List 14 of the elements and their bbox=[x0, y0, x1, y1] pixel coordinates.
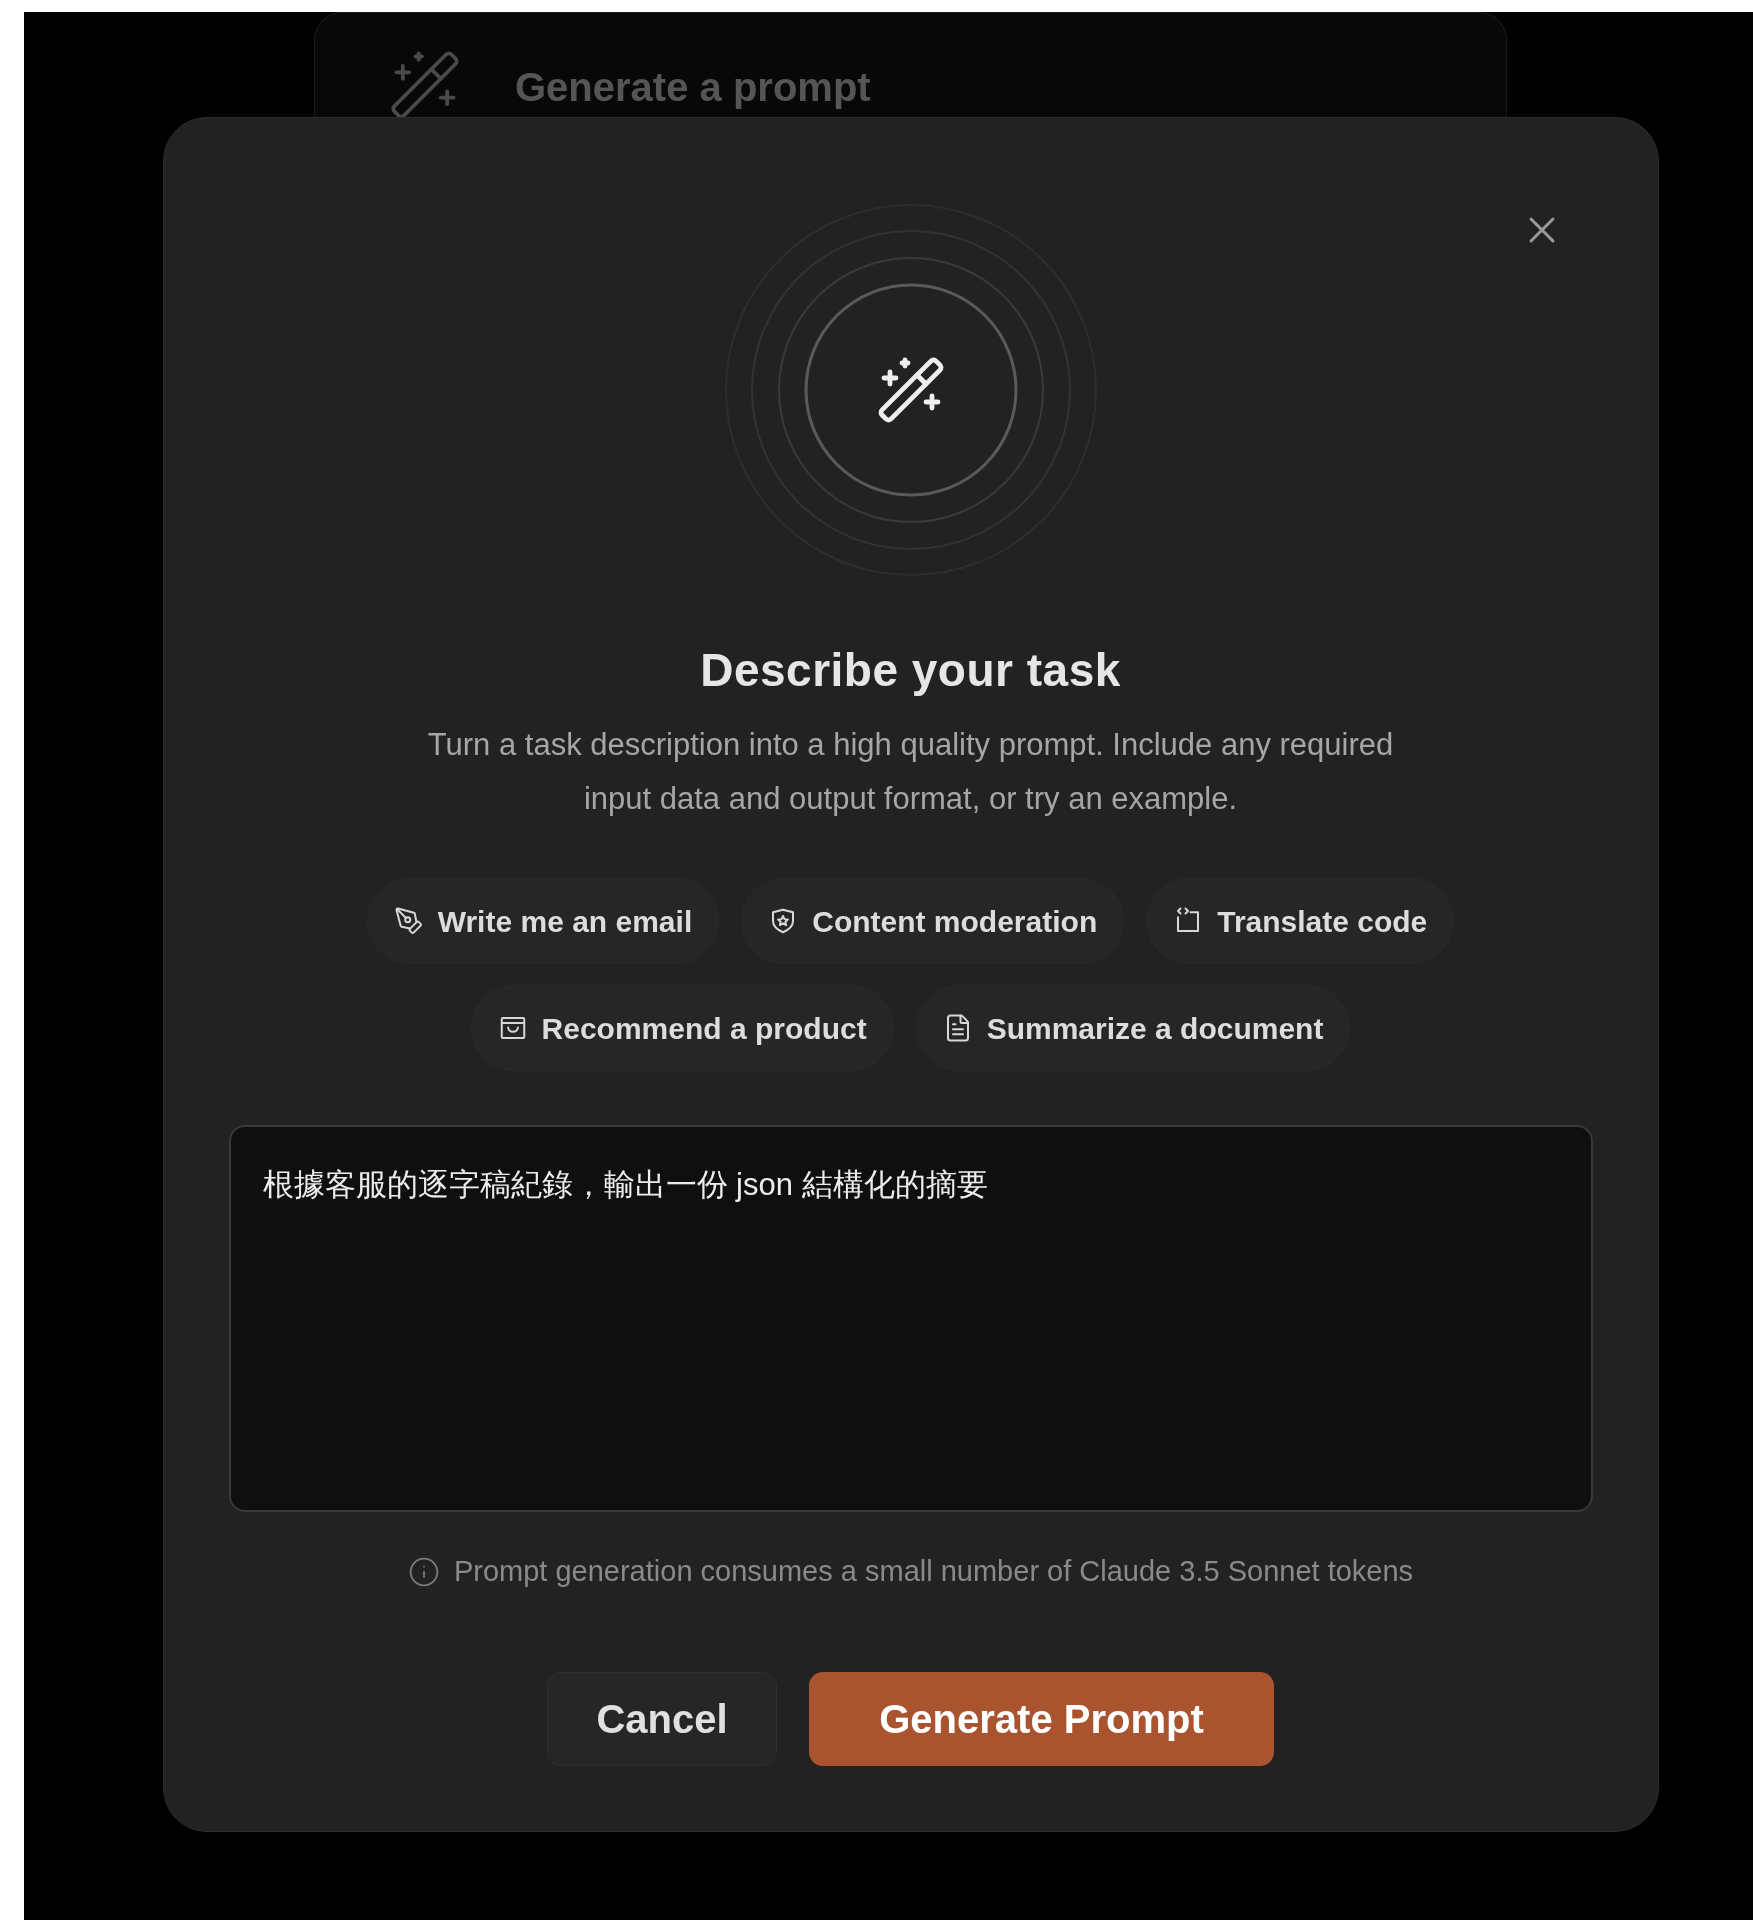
pen-icon bbox=[393, 906, 424, 936]
example-chip[interactable]: Content moderation bbox=[741, 878, 1125, 964]
example-chip[interactable]: Translate code bbox=[1146, 878, 1455, 964]
example-chip[interactable]: Summarize a document bbox=[915, 985, 1351, 1071]
task-field[interactable]: 根據客服的逐字稿紀錄，輸出一份 json 結構化的摘要 bbox=[228, 1125, 1593, 1512]
token-note: Prompt generation consumes a small number of Claude 3.5 Sonnet tokens bbox=[453, 1554, 1414, 1589]
cancel-button[interactable]: Cancel bbox=[547, 1671, 777, 1766]
info-icon bbox=[407, 1555, 440, 1588]
dialog-heading: Describe your task bbox=[700, 643, 1121, 698]
card-title: Generate a prompt bbox=[515, 64, 871, 111]
generate-button[interactable]: Generate Prompt bbox=[809, 1671, 1274, 1766]
dialog-description: Turn a task description into a high quality prompt. Include any required input data and output format, or try an example. bbox=[426, 726, 1395, 818]
example-chip[interactable]: Recommend a product bbox=[470, 985, 894, 1071]
example-chip[interactable]: Write me an email bbox=[366, 878, 720, 964]
